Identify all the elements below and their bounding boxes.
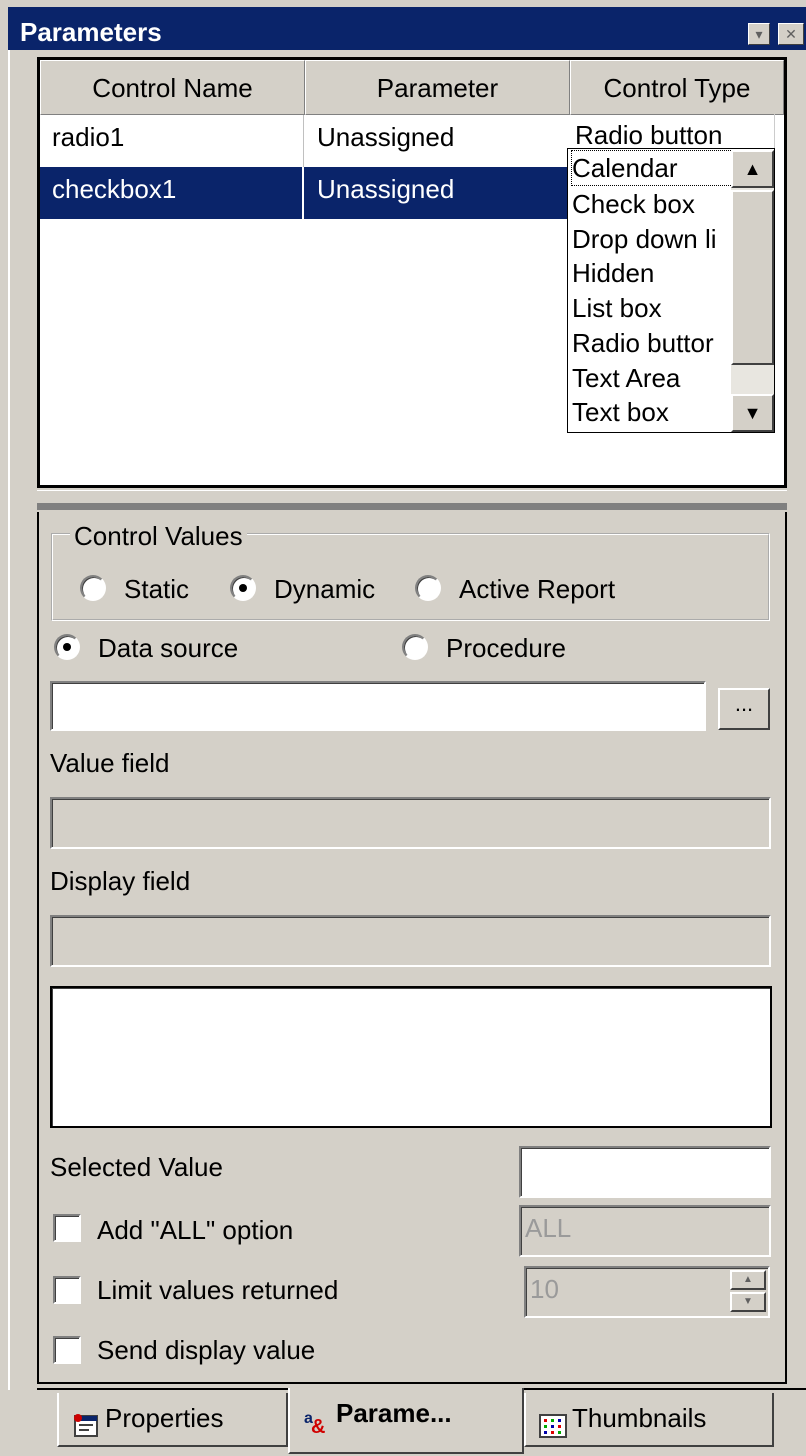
values-list-box[interactable] <box>50 986 772 1128</box>
dropdown-option-radio-button[interactable]: Radio buttor <box>572 326 732 360</box>
dropdown-option-hidden[interactable]: Hidden <box>572 256 732 290</box>
control-values-legend: Control Values <box>70 521 247 552</box>
title-bar: Parameters ▾ ✕ <box>8 7 806 50</box>
splitter-line <box>37 504 787 510</box>
spin-down-icon[interactable]: ▼ <box>730 1292 766 1312</box>
add-all-checkbox[interactable] <box>53 1214 81 1242</box>
cell-control-name[interactable]: checkbox1 <box>40 167 304 219</box>
tab-properties-label: Properties <box>105 1403 224 1433</box>
dropdown-menu-button[interactable]: ▾ <box>748 23 770 45</box>
selected-value-label: Selected Value <box>50 1152 223 1182</box>
dropdown-scrollbar[interactable]: ▲ ▼ <box>731 150 774 432</box>
table-row-selected[interactable]: checkbox1 Unassigned <box>40 167 570 219</box>
spin-up-icon[interactable]: ▲ <box>730 1270 766 1290</box>
radio-data-source[interactable] <box>54 634 80 660</box>
display-field-label: Display field <box>50 866 191 896</box>
panel-splitter[interactable] <box>37 490 787 504</box>
dropdown-option-text-area[interactable]: Text Area <box>572 361 732 395</box>
radio-active-report[interactable] <box>415 575 441 601</box>
tab-thumbnails-label: Thumbnails <box>572 1403 707 1433</box>
display-field-input[interactable] <box>50 915 771 967</box>
send-display-value-label[interactable]: Send display value <box>97 1335 315 1366</box>
properties-icon <box>71 1406 101 1438</box>
dropdown-option-text-box[interactable]: Text box <box>572 395 732 429</box>
cell-control-name[interactable]: radio1 <box>40 115 304 167</box>
cell-parameter[interactable]: Unassigned <box>305 167 569 219</box>
value-field-label: Value field <box>50 748 170 778</box>
all-option-input[interactable]: ALL <box>519 1205 771 1257</box>
panel-title: Parameters <box>20 17 162 47</box>
dropdown-option-calendar[interactable]: Calendar <box>571 150 733 186</box>
limit-values-input[interactable]: 10 ▲ ▼ <box>524 1266 770 1318</box>
parameters-icon: a & <box>302 1401 332 1438</box>
browse-button[interactable]: ... <box>718 688 770 730</box>
radio-procedure-label[interactable]: Procedure <box>446 633 566 664</box>
close-button[interactable]: ✕ <box>778 23 804 45</box>
radio-active-report-label[interactable]: Active Report <box>459 574 615 605</box>
tab-parameters-label: Parame... <box>336 1398 452 1428</box>
control-type-combo[interactable]: Radio button <box>567 114 775 150</box>
scroll-down-arrow-icon[interactable]: ▼ <box>731 394 774 432</box>
control-type-dropdown-list[interactable]: Calendar Check box Drop down li Hidden L… <box>567 148 775 433</box>
selected-value-input[interactable] <box>519 1146 771 1198</box>
limit-values-label[interactable]: Limit values returned <box>97 1275 338 1306</box>
thumbnails-icon <box>538 1406 568 1439</box>
radio-static-label[interactable]: Static <box>124 574 189 605</box>
cell-parameter[interactable]: Unassigned <box>305 115 569 167</box>
dropdown-option-list-box[interactable]: List box <box>572 291 732 325</box>
tab-parameters[interactable]: a & Parame... <box>288 1388 524 1454</box>
send-display-value-checkbox[interactable] <box>53 1336 81 1364</box>
all-option-value: ALL <box>525 1213 572 1243</box>
column-header-control-type[interactable]: Control Type <box>570 60 784 115</box>
radio-static[interactable] <box>80 575 106 601</box>
dropdown-option-check-box[interactable]: Check box <box>572 187 732 221</box>
add-all-label[interactable]: Add "ALL" option <box>97 1215 293 1246</box>
data-source-input[interactable] <box>50 681 706 731</box>
scrollbar-thumb[interactable] <box>731 190 774 365</box>
column-header-parameter[interactable]: Parameter <box>305 60 570 115</box>
scroll-up-arrow-icon[interactable]: ▲ <box>731 150 774 188</box>
value-field-input[interactable] <box>50 797 771 849</box>
tab-properties[interactable]: Properties <box>57 1393 288 1447</box>
radio-data-source-label[interactable]: Data source <box>98 633 238 664</box>
limit-values-checkbox[interactable] <box>53 1276 81 1304</box>
tab-thumbnails[interactable]: Thumbnails <box>524 1393 774 1447</box>
close-icon: ✕ <box>785 26 797 42</box>
column-header-control-name[interactable]: Control Name <box>40 60 305 115</box>
radio-dynamic[interactable] <box>230 575 256 601</box>
radio-procedure[interactable] <box>402 634 428 660</box>
radio-dynamic-label[interactable]: Dynamic <box>274 574 375 605</box>
dropdown-option-drop-down-list[interactable]: Drop down li <box>572 222 732 256</box>
svg-text:&: & <box>311 1416 325 1435</box>
